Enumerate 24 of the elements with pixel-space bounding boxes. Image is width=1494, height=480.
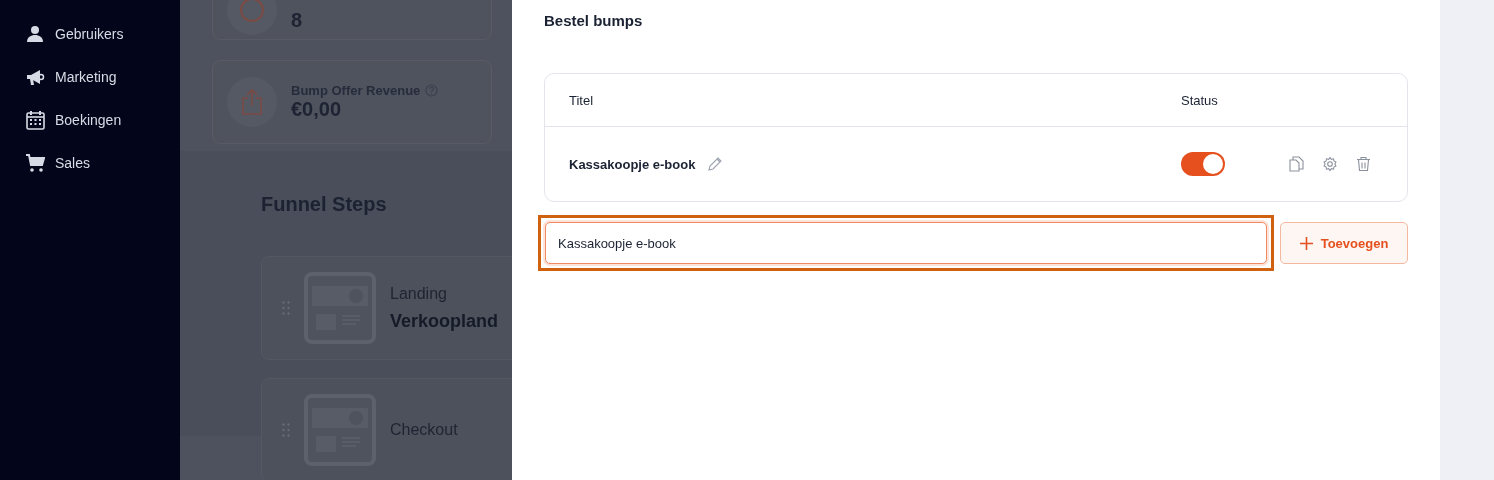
sidebar-item[interactable]: Gebruikers	[25, 22, 180, 46]
sidebar-item[interactable]: Marketing	[25, 65, 180, 89]
trash-icon[interactable]	[1356, 156, 1371, 172]
megaphone-icon	[25, 67, 45, 87]
pencil-icon[interactable]	[707, 156, 723, 172]
add-button[interactable]: Toevoegen	[1280, 222, 1408, 264]
drag-handle-icon[interactable]	[282, 423, 290, 437]
sidebar-item[interactable]: Sales	[25, 151, 180, 175]
settings-icon[interactable]	[1322, 156, 1338, 172]
bump-title: Kassakoopje e-book	[569, 156, 696, 172]
column-header: Titel	[569, 92, 595, 108]
user-icon	[26, 25, 44, 43]
plus-icon	[1299, 236, 1313, 250]
share-icon	[241, 88, 263, 116]
drag-handle-icon[interactable]	[282, 301, 290, 315]
status-toggle[interactable]	[1181, 152, 1225, 176]
drawer-title: Bestel bumps	[544, 11, 644, 31]
sidebar-item[interactable]: Boekingen	[25, 108, 180, 132]
copy-icon[interactable]	[1289, 156, 1304, 172]
cart-icon	[25, 153, 45, 173]
column-header: Status	[1181, 92, 1219, 108]
step-name: Verkoopland	[390, 310, 499, 332]
title-input-field[interactable]: Kassakoopje e-book	[545, 222, 1267, 264]
calendar-icon	[25, 110, 45, 130]
